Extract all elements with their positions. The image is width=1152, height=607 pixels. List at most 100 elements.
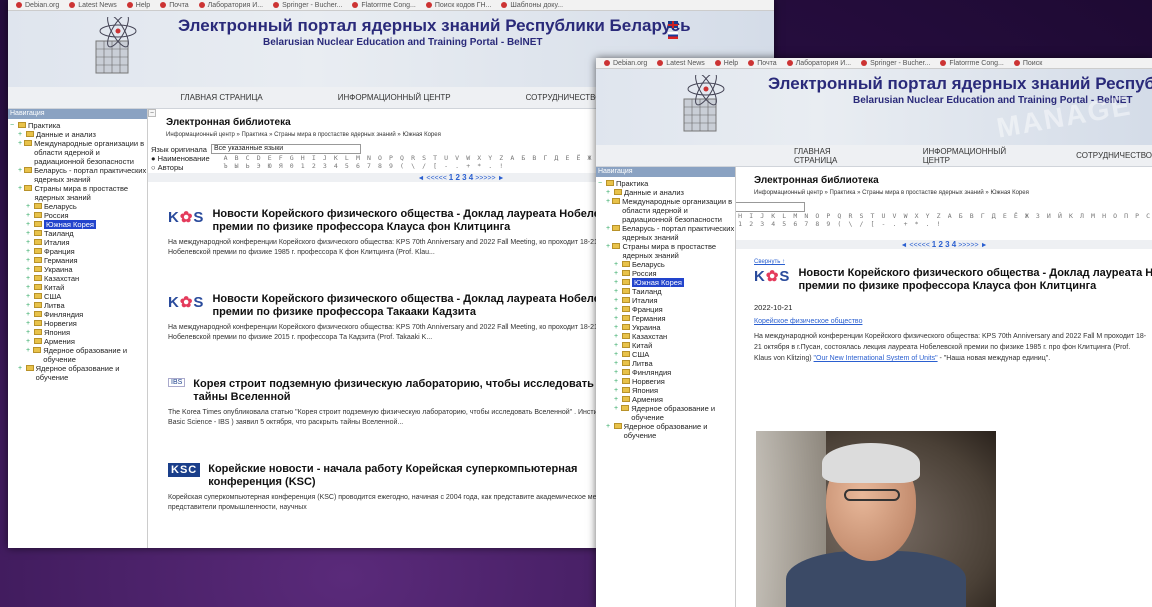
expand-icon[interactable]: + <box>18 166 22 175</box>
language-select[interactable]: Все указанные языки <box>210 144 361 154</box>
bookmark-item[interactable]: Flatorrme Cong... <box>352 2 416 9</box>
bookmark-item[interactable]: Лаборатория И... <box>198 2 263 9</box>
pager-prev[interactable]: ◄ <<<<< <box>418 175 447 182</box>
tree-item[interactable]: + Беларусь <box>598 260 735 269</box>
expand-icon[interactable]: + <box>18 139 22 148</box>
pager-next[interactable]: >>>>> ► <box>475 175 504 182</box>
article-title[interactable]: Новости Корейского физического общества … <box>212 208 618 234</box>
expand-icon[interactable]: + <box>26 346 31 355</box>
expand-icon[interactable]: + <box>614 341 620 350</box>
tree-item[interactable]: + Страны мира в простастве ядерных знаний <box>10 184 147 202</box>
expand-icon[interactable]: + <box>614 350 620 359</box>
expand-icon[interactable]: + <box>614 323 620 332</box>
tree-item[interactable]: + Армения <box>598 395 735 404</box>
tree-item[interactable]: + Ядерное образование и обучение <box>10 346 147 364</box>
pager-prev[interactable]: ◄ <<<<< <box>901 242 930 249</box>
english-flag-icon[interactable] <box>668 21 678 28</box>
tree-item[interactable]: + Казахстан <box>598 332 735 341</box>
tree-item[interactable]: + Беларусь <box>10 202 147 211</box>
tree-item[interactable]: + Франция <box>598 305 735 314</box>
expand-icon[interactable]: + <box>614 332 620 341</box>
bookmark-item[interactable]: Help <box>126 2 150 9</box>
tree-item[interactable]: + Финляндия <box>598 368 735 377</box>
bookmark-item[interactable]: Поиск кодов ГН... <box>425 2 491 9</box>
expand-icon[interactable]: + <box>614 269 620 278</box>
expand-icon[interactable]: + <box>26 274 32 283</box>
tree-item[interactable]: + Китай <box>598 341 735 350</box>
expand-icon[interactable]: + <box>606 422 612 431</box>
expand-icon[interactable]: + <box>614 305 620 314</box>
tree-item[interactable]: + Литва <box>10 301 147 310</box>
bookmark-item[interactable]: Springer - Bucher... <box>861 60 930 67</box>
expand-icon[interactable]: + <box>26 229 32 238</box>
expand-icon[interactable]: + <box>614 287 620 296</box>
tree-item[interactable]: + Франция <box>10 247 147 256</box>
nav-info-center[interactable]: ИНФОРМАЦИОННЫЙ ЦЕНТР <box>338 93 451 102</box>
tree-item[interactable]: + Норвегия <box>10 319 147 328</box>
expand-icon[interactable]: + <box>26 256 32 265</box>
tree-item[interactable]: + Норвегия <box>598 377 735 386</box>
expand-icon[interactable]: + <box>606 188 612 197</box>
tree-item[interactable]: + Данные и анализ <box>10 130 147 139</box>
article-title[interactable]: Новости Корейского физического общества … <box>212 293 618 319</box>
expand-icon[interactable]: + <box>614 296 620 305</box>
article-title[interactable]: Корейские новости - начала работу Корейс… <box>208 463 577 489</box>
tree-item[interactable]: + Германия <box>598 314 735 323</box>
expand-icon[interactable]: + <box>26 202 32 211</box>
expand-icon[interactable]: + <box>614 314 620 323</box>
tree-item[interactable]: + Казахстан <box>10 274 147 283</box>
bookmark-item[interactable]: Почта <box>748 60 777 67</box>
expand-icon[interactable]: + <box>614 395 620 404</box>
tree-item[interactable]: + Беларусь - портал практических ядерных … <box>598 224 735 242</box>
expand-icon[interactable]: + <box>614 359 620 368</box>
bookmark-item[interactable]: Debian.org <box>16 2 59 9</box>
expand-icon[interactable]: + <box>18 184 22 193</box>
bookmark-item[interactable]: Почта <box>160 2 189 9</box>
expand-icon[interactable]: + <box>26 328 32 337</box>
expand-icon[interactable]: + <box>614 404 619 413</box>
tree-item[interactable]: + Россия <box>10 211 147 220</box>
tree-item[interactable]: + Ядерное образование и обучение <box>598 422 735 440</box>
expand-icon[interactable]: + <box>26 337 32 346</box>
expand-icon[interactable]: + <box>26 292 32 301</box>
tree-item[interactable]: + Международные организации в области яде… <box>598 197 735 224</box>
bookmark-item[interactable]: Flatorrme Cong... <box>940 60 1004 67</box>
tree-item[interactable]: + Россия <box>598 269 735 278</box>
collapse-link[interactable]: Свернуть ↑ <box>754 259 1152 265</box>
expand-icon[interactable]: + <box>26 301 32 310</box>
pager-pages[interactable]: 1 2 3 4 <box>932 240 956 249</box>
expand-icon[interactable]: + <box>606 224 610 233</box>
radio-authors[interactable]: ○ Авторы <box>151 163 210 172</box>
alphabet-filter-row2[interactable]: Ъ Ы Ь Э Ю Я 0 1 2 3 4 5 6 7 8 9 ( \ / [ … <box>736 220 1152 228</box>
bookmark-item[interactable]: Latest News <box>69 2 117 9</box>
expand-icon[interactable]: + <box>614 260 620 269</box>
tree-item[interactable]: + Южная Корея <box>10 220 147 229</box>
tree-item[interactable]: + Италия <box>10 238 147 247</box>
bookmark-item[interactable]: Help <box>714 60 738 67</box>
tree-item[interactable]: + Данные и анализ <box>598 188 735 197</box>
bookmark-item[interactable]: Latest News <box>657 60 705 67</box>
tree-item[interactable]: + Ядерное образование и обучение <box>598 404 735 422</box>
units-link[interactable]: "Our New International System of Units" <box>814 355 938 362</box>
expand-icon[interactable]: − <box>598 179 604 188</box>
radio-name[interactable]: ● Наименование <box>151 154 210 163</box>
bookmark-item[interactable]: Шаблоны доку... <box>501 2 563 9</box>
pager-pages[interactable]: 1 2 3 4 <box>449 173 473 182</box>
expand-icon[interactable]: + <box>26 211 32 220</box>
expand-icon[interactable]: + <box>606 197 610 206</box>
bookmark-item[interactable]: Debian.org <box>604 60 647 67</box>
tree-item[interactable]: + Китай <box>10 283 147 292</box>
tree-item[interactable]: + США <box>598 350 735 359</box>
expand-icon[interactable]: + <box>26 310 32 319</box>
tree-item[interactable]: + Япония <box>598 386 735 395</box>
nav-home[interactable]: ГЛАВНАЯ СТРАНИЦА <box>794 147 853 165</box>
expand-icon[interactable]: + <box>614 386 620 395</box>
bookmark-item[interactable]: Лаборатория И... <box>786 60 851 67</box>
expand-icon[interactable]: − <box>10 121 16 130</box>
tree-item[interactable]: − Практика <box>10 121 147 130</box>
expand-icon[interactable]: + <box>26 319 32 328</box>
tree-item[interactable]: + Страны мира в простастве ядерных знаний <box>598 242 735 260</box>
expand-icon[interactable]: + <box>26 283 32 292</box>
tree-item[interactable]: + Беларусь - портал практических ядерных … <box>10 166 147 184</box>
tree-item[interactable]: + Литва <box>598 359 735 368</box>
